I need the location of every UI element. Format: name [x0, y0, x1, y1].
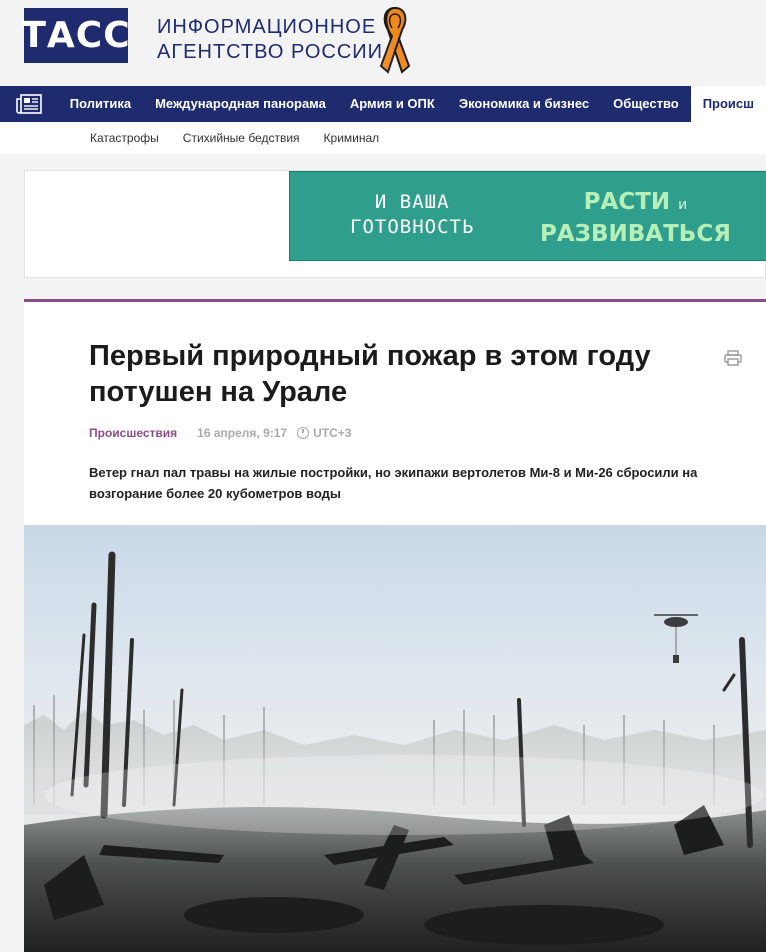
st-george-ribbon-icon	[379, 6, 411, 74]
tass-logo[interactable]: ТАСС	[21, 8, 131, 63]
nav-item-army[interactable]: Армия и ОПК	[338, 86, 447, 122]
ad-left-text: И ВАША ГОТОВНОСТЬ	[350, 190, 474, 240]
nav-menu-button[interactable]	[0, 86, 58, 122]
newspaper-icon	[16, 94, 42, 114]
nav-item-politics[interactable]: Политика	[58, 86, 143, 122]
sub-nav: Катастрофы Стихийные бедствия Криминал	[0, 122, 766, 154]
clock-icon	[297, 427, 310, 439]
ad-right-conj: и	[678, 197, 688, 213]
subnav-item-disasters[interactable]: Стихийные бедствия	[171, 131, 312, 145]
ad-right-text: РАСТИ и РАЗВИВАТЬСЯ	[540, 188, 731, 249]
nav-item-international[interactable]: Международная панорама	[143, 86, 338, 122]
site-header: ТАСС ИНФОРМАЦИОННОЕ АГЕНТСТВО РОССИИ	[0, 0, 766, 86]
logo-text: ТАСС	[21, 14, 131, 56]
ad-banner[interactable]: И ВАША ГОТОВНОСТЬ РАСТИ и РАЗВИВАТЬСЯ	[289, 171, 766, 261]
agency-name: ИНФОРМАЦИОННОЕ АГЕНТСТВО РОССИИ	[157, 15, 383, 65]
main-nav: Политика Международная панорама Армия и …	[0, 86, 766, 122]
article-meta: Происшествия 16 апреля, 9:17 UTC+3	[89, 426, 351, 440]
ad-left-line-2: ГОТОВНОСТЬ	[350, 216, 475, 238]
article-title: Первый природный пожар в этом году потуш…	[89, 340, 651, 408]
article-date: 16 апреля, 9:17	[197, 426, 288, 440]
agency-line-1: ИНФОРМАЦИОННОЕ	[157, 16, 377, 38]
ad-right-word-1: РАСТИ	[583, 189, 671, 215]
article-lead: Ветер гнал пал травы на жилые постройки,…	[89, 465, 698, 501]
burned-forest-image	[24, 525, 766, 952]
article-photo	[24, 525, 766, 952]
subnav-item-catastrophes[interactable]: Катастрофы	[78, 131, 171, 145]
subnav-item-criminal[interactable]: Криминал	[312, 131, 392, 145]
print-icon[interactable]	[724, 350, 742, 366]
nav-item-incidents[interactable]: Происш	[690, 86, 766, 122]
article-timezone: UTC+3	[313, 426, 352, 440]
article: Первый природный пожар в этом году потуш…	[24, 299, 766, 952]
nav-item-society[interactable]: Общество	[601, 86, 691, 122]
agency-line-2: АГЕНТСТВО РОССИИ	[157, 41, 384, 63]
ad-container: И ВАША ГОТОВНОСТЬ РАСТИ и РАЗВИВАТЬСЯ	[24, 170, 766, 278]
article-rubric[interactable]: Происшествия	[89, 426, 177, 440]
ad-left-line-1: И ВАША	[374, 191, 450, 213]
nav-item-economy[interactable]: Экономика и бизнес	[447, 86, 601, 122]
ad-right-word-2: РАЗВИВАТЬСЯ	[540, 221, 731, 247]
